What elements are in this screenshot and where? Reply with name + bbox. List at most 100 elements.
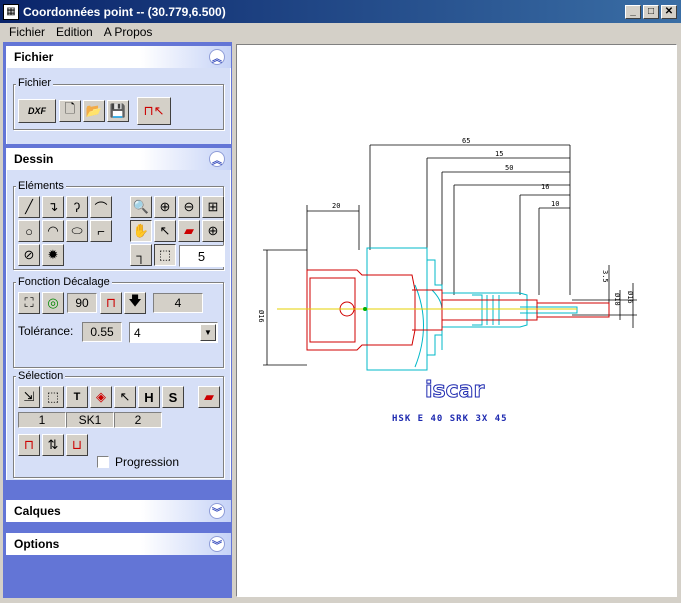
progression-label: Progression <box>115 455 180 469</box>
section-body-dessin: Eléments ╱ ↴ ʔ ⌒ ○ ◠ ⬭ ⌐ ⊘ ✹ 🔍 ⊕ ⊖ ⊞ ✋ ↖… <box>6 170 231 480</box>
drawing-canvas[interactable]: 65 15 50 16 10 20 Ø16 3.5 Ø10 Ø16 iscar … <box>236 44 677 597</box>
profile-up-button[interactable]: ⇅ <box>42 434 64 456</box>
corner-icon: ┐ <box>136 247 146 263</box>
profile-export-button[interactable]: ⊓↖ <box>137 97 171 125</box>
tolerance-select-value: 4 <box>134 325 141 340</box>
new-file-icon: 🗋 <box>64 101 76 116</box>
arc-tool-button[interactable]: ◠ <box>42 220 64 242</box>
import-dxf-button[interactable]: DXF <box>18 99 56 123</box>
app-icon[interactable]: ▦ <box>3 3 19 20</box>
zoom-in-button[interactable]: ⊕ <box>154 196 176 218</box>
spline-icon: ʔ <box>73 199 81 215</box>
text-select-icon: T <box>73 391 81 403</box>
zoom-fit-button[interactable]: ⊞ <box>202 196 224 218</box>
corner-snap-button[interactable]: ┐ <box>130 244 152 266</box>
collapse-icon[interactable]: ︽ <box>209 49 225 65</box>
zoom-button[interactable]: 🔍 <box>130 196 152 218</box>
circle-tool-button[interactable]: ○ <box>18 220 40 242</box>
target-icon: ◎ <box>47 295 59 310</box>
close-button[interactable]: ✕ <box>661 4 677 19</box>
profile-offset-icon: ⊔ <box>71 437 83 452</box>
section-title: Calques <box>14 504 61 518</box>
select-window-icon: ⬚ <box>46 389 60 404</box>
ellipse-icon: ⬭ <box>71 223 83 238</box>
section-header-dessin[interactable]: Dessin ︽ <box>6 148 231 170</box>
pan-button[interactable]: ✋ <box>130 220 152 242</box>
folder-open-icon: 📂 <box>85 103 103 118</box>
fillet-tool-button[interactable]: ⌐ <box>90 220 112 242</box>
circle-icon: ○ <box>25 223 33 239</box>
section-title: Options <box>14 537 60 551</box>
collapse-icon[interactable]: ︽ <box>209 151 225 167</box>
task-pane: Fichier ︽ Fichier DXF 🗋 📂 💾 ⊓↖ Dessin ︽ … <box>3 42 232 598</box>
select-window-button[interactable]: ⬚ <box>42 386 64 408</box>
offset-profile-icon: ⊓ <box>105 295 117 310</box>
maximize-button[interactable]: □ <box>643 4 659 19</box>
select-layer-button[interactable]: ◈ <box>90 386 112 408</box>
binoculars-icon: ⛶ <box>24 295 34 310</box>
group-label: Eléments <box>16 180 66 192</box>
profile-cursor-icon: ⊓↖ <box>143 103 165 118</box>
select-hatch-button[interactable]: H <box>138 386 160 408</box>
new-file-button[interactable]: 🗋 <box>59 100 81 122</box>
down-arrow-button[interactable]: 🡇 <box>124 292 146 314</box>
save-file-button[interactable]: 💾 <box>107 100 129 122</box>
offset-profile-button[interactable]: ⊓ <box>100 292 122 314</box>
polyline-tool-button[interactable]: ↴ <box>42 196 64 218</box>
angle-field[interactable]: 90 <box>67 293 97 313</box>
hand-icon: ✋ <box>132 223 150 238</box>
zoom-fit-icon: ⊞ <box>207 199 219 214</box>
check-button[interactable]: ◎ <box>42 292 64 314</box>
eraser-icon: ▰ <box>204 389 214 404</box>
arc-3pt-tool-button[interactable]: ⌒ <box>90 196 112 218</box>
find-button[interactable]: ⛶ <box>18 292 40 314</box>
section-header-fichier[interactable]: Fichier ︽ <box>6 46 231 68</box>
cursor-icon: ↖ <box>159 223 171 238</box>
menu-edition[interactable]: Edition <box>51 25 99 39</box>
link-tool-button[interactable]: ⊘ <box>18 244 40 266</box>
select-text-button[interactable]: T <box>66 386 88 408</box>
clear-selection-button[interactable]: ▰ <box>198 386 220 408</box>
offset-value-field[interactable]: 4 <box>153 293 203 313</box>
group-label: Fonction Décalage <box>16 276 112 288</box>
tolerance-field[interactable]: 0.55 <box>82 322 122 342</box>
minimize-button[interactable]: _ <box>625 4 641 19</box>
zoom-out-button[interactable]: ⊖ <box>178 196 200 218</box>
erase-button[interactable]: ▰ <box>178 220 200 242</box>
profile-button[interactable]: ⊓ <box>18 434 40 456</box>
select-all-button[interactable]: ⇲ <box>18 386 40 408</box>
snap-select-button[interactable]: ⬚ <box>154 244 176 266</box>
selection-field-1[interactable]: 1 <box>18 412 66 428</box>
select-spline-button[interactable]: S <box>162 386 184 408</box>
ellipse-tool-button[interactable]: ⬭ <box>66 220 88 242</box>
menu-fichier[interactable]: Fichier <box>4 25 51 39</box>
section-header-options[interactable]: Options ︾ <box>6 533 231 555</box>
dim-text: Ø16 <box>626 291 634 304</box>
select-button[interactable]: ↖ <box>154 220 176 242</box>
section-title: Dessin <box>14 152 54 166</box>
spline-tool-button[interactable]: ʔ <box>66 196 88 218</box>
profile-icon: ⊓ <box>23 437 35 452</box>
dxf-label: DXF <box>28 106 46 116</box>
snap-value-field[interactable]: 5 <box>179 245 224 267</box>
open-file-button[interactable]: 📂 <box>83 100 105 122</box>
pointer-button[interactable]: ↖ <box>114 386 136 408</box>
point-tool-button[interactable]: ✹ <box>42 244 64 266</box>
cursor-box-icon: ⬚ <box>158 247 172 262</box>
chevron-down-icon[interactable]: ▼ <box>200 324 216 341</box>
selection-field-sk[interactable]: SK1 <box>66 412 114 428</box>
expand-icon[interactable]: ︾ <box>209 536 225 552</box>
dim-text: Ø16 <box>257 310 265 323</box>
profile-offset-button[interactable]: ⊔ <box>66 434 88 456</box>
tolerance-select[interactable]: 4 ▼ <box>129 322 218 343</box>
center-button[interactable]: ⊕ <box>202 220 224 242</box>
progression-checkbox[interactable] <box>97 456 109 468</box>
cursor-icon: ↖ <box>119 389 131 404</box>
section-header-calques[interactable]: Calques ︾ <box>6 500 231 522</box>
menu-a-propos[interactable]: A Propos <box>99 25 159 39</box>
group-label: Sélection <box>16 370 66 382</box>
selection-field-2[interactable]: 2 <box>114 412 162 428</box>
crosshair-icon: ⊕ <box>207 223 219 238</box>
expand-icon[interactable]: ︾ <box>209 503 225 519</box>
line-tool-button[interactable]: ╱ <box>18 196 40 218</box>
